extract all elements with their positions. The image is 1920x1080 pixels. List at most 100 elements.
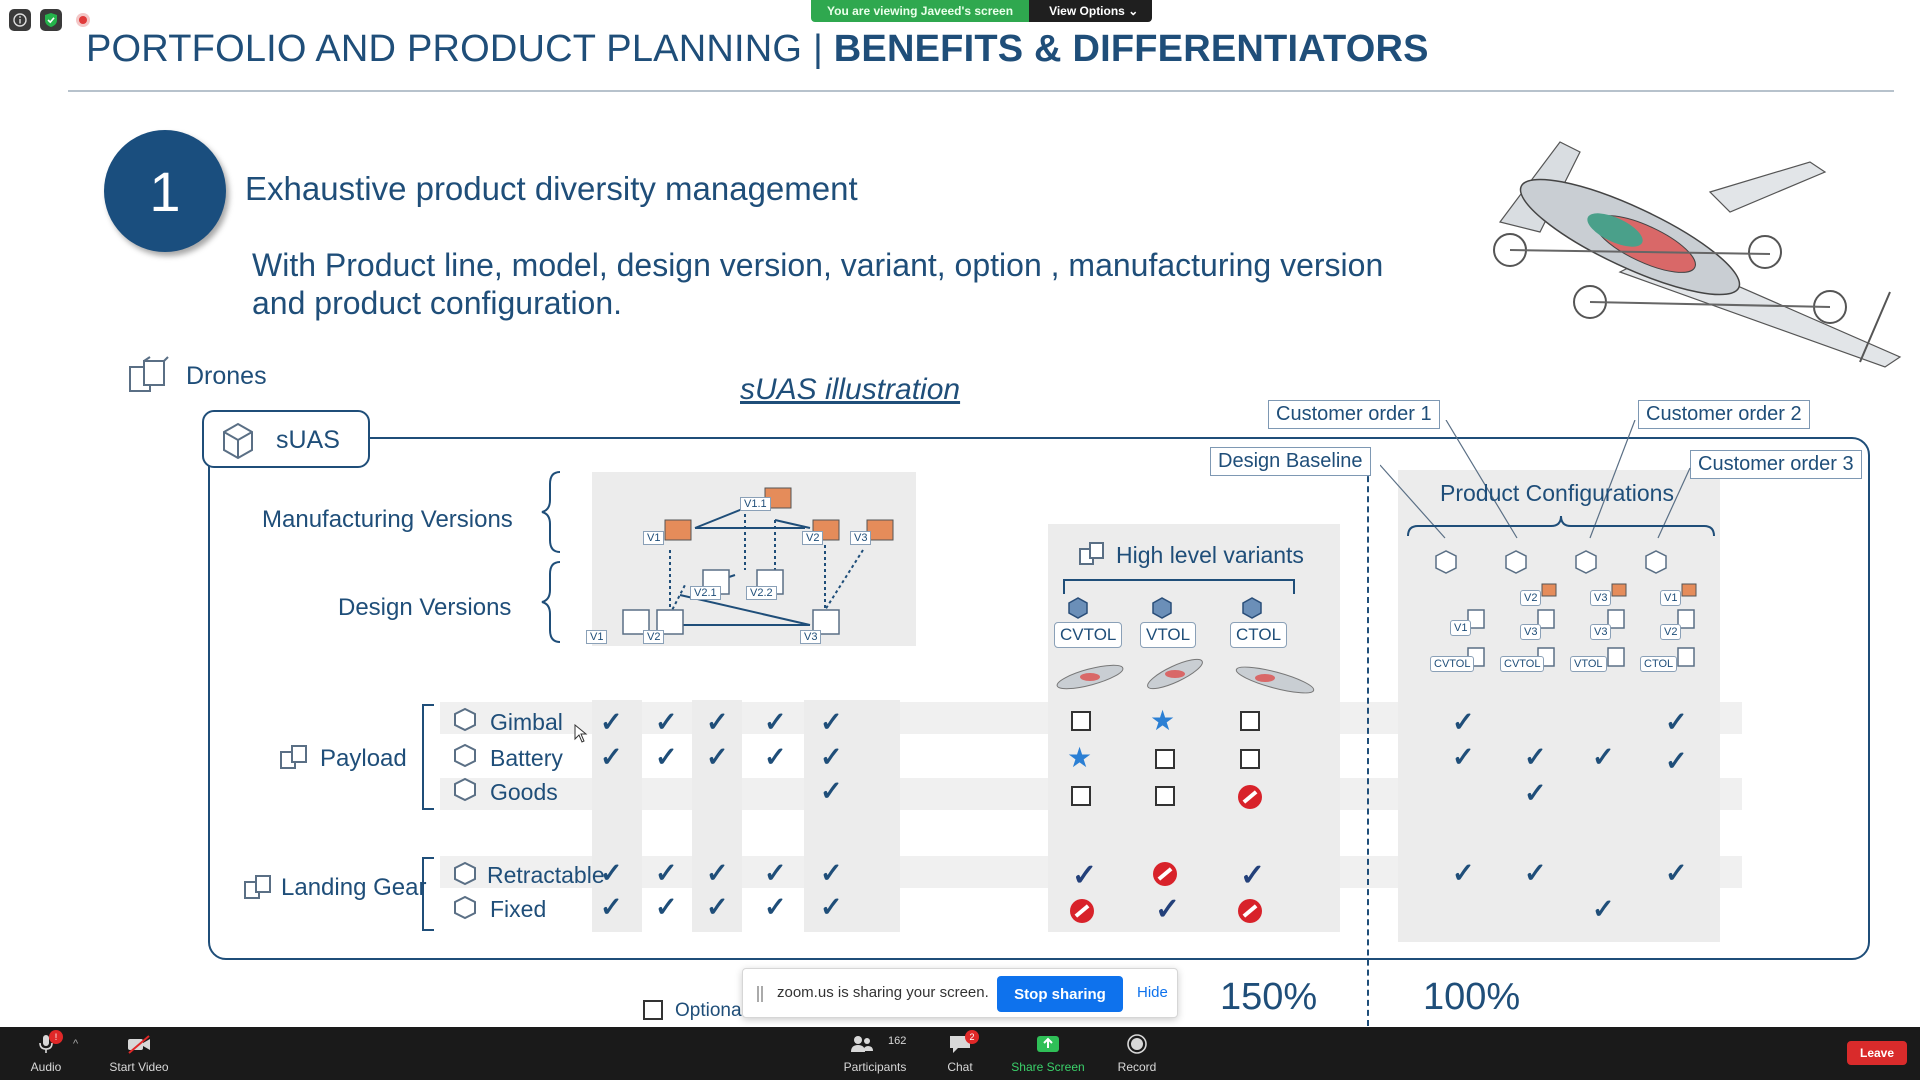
variant-ctol: CTOL <box>1230 622 1288 648</box>
check-mark: ✓ <box>1240 859 1266 892</box>
check-mark: ✓ <box>706 742 729 772</box>
drag-handle-icon[interactable] <box>757 986 763 1002</box>
stop-sharing-button[interactable]: Stop sharing <box>997 976 1123 1012</box>
check-mark: ✓ <box>655 858 678 888</box>
chat-button[interactable]: 2 Chat <box>940 1027 980 1080</box>
check-mark: ✓ <box>1072 859 1098 892</box>
audio-label: Audio <box>30 1060 62 1074</box>
view-options-button[interactable]: View Options ⌄ <box>1029 0 1153 22</box>
share-screen-button[interactable]: Share Screen <box>1008 1027 1088 1080</box>
not-allowed-icon <box>1238 785 1262 809</box>
audio-button[interactable]: ! Audio <box>22 1027 70 1080</box>
drone-render-image <box>1493 141 1902 368</box>
landing-gear-bracket <box>422 857 434 931</box>
optional-checkbox <box>1071 711 1091 731</box>
title-part2: BENEFITS & DIFFERENTIATORS <box>833 28 1429 70</box>
check-mark: ✓ <box>655 742 678 772</box>
baseline-separator <box>1367 456 1369 1026</box>
row-shade-gimbal <box>440 702 1742 734</box>
info-icon[interactable] <box>9 9 31 31</box>
share-screen-label: Share Screen <box>1011 1060 1085 1074</box>
record-button[interactable]: Record <box>1112 1027 1162 1080</box>
variants-bracket <box>1063 579 1295 594</box>
percentage-right: 100% <box>1423 976 1521 1018</box>
check-mark: ✓ <box>820 707 843 737</box>
mfg-v3-tag: V3 <box>850 531 872 545</box>
section-subheading: With Product line, model, design version… <box>252 247 1384 321</box>
check-mark: ✓ <box>706 858 729 888</box>
check-mark: ✓ <box>1524 742 1547 772</box>
config-4-label: CTOL <box>1640 656 1678 672</box>
check-mark: ✓ <box>1592 742 1615 772</box>
not-allowed-icon <box>1070 899 1094 923</box>
start-video-button[interactable]: Start Video <box>104 1027 174 1080</box>
chat-label: Chat <box>947 1060 973 1074</box>
check-mark: ✓ <box>764 858 787 888</box>
slide-title: PORTFOLIO AND PRODUCT PLANNING | BENEFIT… <box>86 28 1429 71</box>
audio-options-caret-icon[interactable]: ^ <box>73 1038 78 1050</box>
payload-bracket <box>422 704 434 810</box>
variant-vtol: VTOL <box>1140 622 1197 648</box>
row-shade-goods <box>440 778 1742 810</box>
check-mark: ✓ <box>1524 858 1547 888</box>
check-mark: ✓ <box>1452 858 1475 888</box>
manufacturing-versions-label: Manufacturing Versions <box>262 506 513 533</box>
mfg-v2-tag: V2 <box>802 531 824 545</box>
not-allowed-icon <box>1153 862 1177 886</box>
check-mark: ✓ <box>1155 893 1181 926</box>
sharing-message: zoom.us is sharing your screen. <box>777 984 989 1001</box>
check-mark: ✓ <box>706 892 729 922</box>
customer-order-3-callout: Customer order 3 <box>1690 450 1862 479</box>
participants-label: Participants <box>843 1060 907 1074</box>
check-mark: ✓ <box>1592 894 1615 924</box>
design-v2-2-tag: V2.2 <box>746 586 777 600</box>
gimbal-label: Gimbal <box>490 709 563 735</box>
vtol-cube-icon <box>1152 597 1172 619</box>
start-video-label: Start Video <box>109 1060 169 1074</box>
optional-checkbox <box>1240 711 1260 731</box>
leave-button[interactable]: Leave <box>1847 1041 1907 1065</box>
check-mark: ✓ <box>655 892 678 922</box>
check-mark: ✓ <box>1524 778 1547 808</box>
payload-cubes-icon <box>280 745 307 769</box>
participants-button[interactable]: 162 Participants <box>840 1027 910 1080</box>
design-v2-tag: V2 <box>643 630 665 644</box>
design-baseline-callout: Design Baseline <box>1210 447 1371 476</box>
check-mark: ✓ <box>764 742 787 772</box>
col-shade-3 <box>804 700 900 932</box>
screen-sharing-bar: zoom.us is sharing your screen. Stop sha… <box>742 968 1178 1018</box>
record-indicator-icon <box>76 13 90 27</box>
optional-legend-checkbox <box>643 1000 663 1020</box>
check-mark: ✓ <box>600 892 623 922</box>
cube-stack-icon <box>129 356 169 392</box>
check-mark: ✓ <box>820 858 843 888</box>
fixed-label: Fixed <box>490 896 547 922</box>
optional-checkbox <box>1071 786 1091 806</box>
participants-count: 162 <box>888 1035 907 1047</box>
check-mark: ✓ <box>600 858 623 888</box>
goods-label: Goods <box>490 779 558 805</box>
brace-icon <box>541 471 561 643</box>
default-star-icon: ★ <box>1150 705 1176 736</box>
goods-cube-icon <box>454 777 476 802</box>
record-label: Record <box>1117 1060 1157 1074</box>
battery-label: Battery <box>490 745 563 771</box>
check-mark: ✓ <box>600 707 623 737</box>
config-2-tag-b: V3 <box>1520 624 1542 640</box>
section-heading: Exhaustive product diversity management <box>245 170 858 207</box>
check-mark: ✓ <box>764 892 787 922</box>
config-3-tag-a: V3 <box>1590 590 1612 606</box>
default-star-icon: ★ <box>1067 742 1093 773</box>
check-mark: ✓ <box>600 742 623 772</box>
chat-unread-badge: 2 <box>965 1030 979 1044</box>
hide-button[interactable]: Hide <box>1137 984 1168 1001</box>
check-mark: ✓ <box>1665 858 1688 888</box>
config-4-tag-a: V1 <box>1660 590 1682 606</box>
design-versions-label: Design Versions <box>338 594 512 621</box>
optional-legend-label: Optional <box>675 1000 746 1021</box>
check-mark: ✓ <box>820 892 843 922</box>
optional-checkbox <box>1155 786 1175 806</box>
audio-alert-badge: ! <box>49 1030 63 1044</box>
shield-icon[interactable] <box>40 9 62 31</box>
chevron-down-icon: ⌄ <box>1128 4 1139 18</box>
